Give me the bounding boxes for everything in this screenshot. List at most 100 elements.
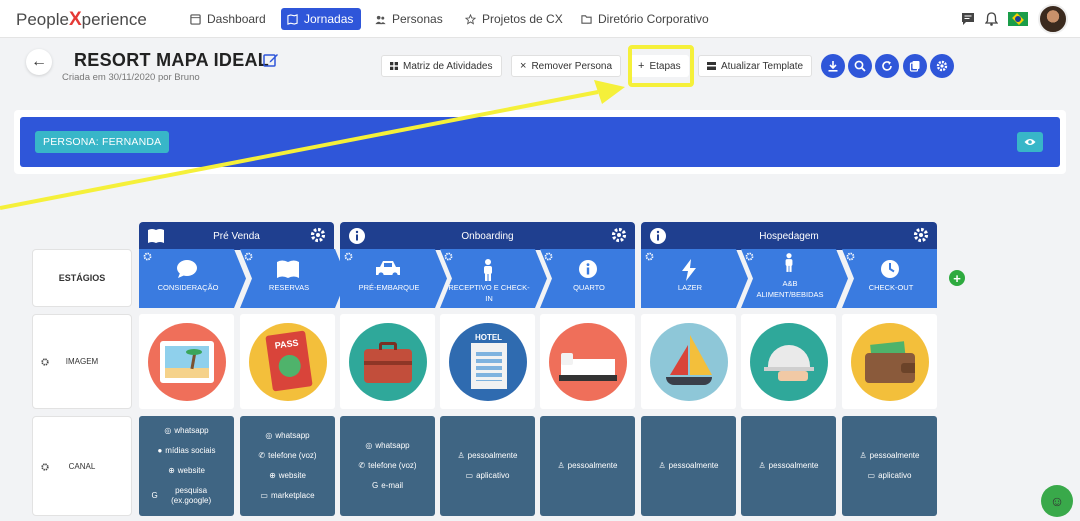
gear-icon[interactable] xyxy=(310,227,326,243)
stage-image-cell[interactable] xyxy=(139,314,234,409)
stage-image-cell[interactable]: HOTEL xyxy=(440,314,535,409)
info-icon xyxy=(650,228,666,244)
stage-image-cell[interactable] xyxy=(842,314,937,409)
book-icon xyxy=(276,260,299,278)
canal-cell[interactable]: ◎ whatsapp ✆ telefone (voz) Ge-mail xyxy=(340,416,435,516)
stage-label: LAZER xyxy=(677,283,703,292)
gear-icon[interactable] xyxy=(913,227,929,243)
canal-item: Gpesquisa (ex.google) xyxy=(151,486,212,505)
canal-cell[interactable]: ♙ pessoalmente ▭ aplicativo xyxy=(842,416,937,516)
canal-cell[interactable]: ♙ pessoalmente xyxy=(741,416,836,516)
hotel-building-image: HOTEL xyxy=(448,322,527,401)
canal-item: ▭ aplicativo xyxy=(465,471,510,480)
chat-icon xyxy=(176,260,197,278)
phase-hospedagem[interactable]: Hospedagem xyxy=(641,222,937,250)
food-cloche-image xyxy=(749,322,828,401)
stage-image-cell[interactable] xyxy=(540,314,635,409)
book-icon xyxy=(148,229,164,243)
assistant-chat-button[interactable]: ☺ xyxy=(1041,485,1073,517)
stage-aeb[interactable]: A&B ALIMENT/BEBIDAS xyxy=(741,249,849,308)
person-icon xyxy=(785,253,792,272)
passport-image: PASS xyxy=(248,322,327,401)
stage-label: CHECK-OUT xyxy=(868,283,914,292)
back-button[interactable]: ← xyxy=(26,49,52,75)
person-icon: ♙ xyxy=(658,461,666,470)
whatsapp-icon: ◎ xyxy=(164,426,172,435)
canal-item: ♙ pessoalmente xyxy=(859,451,920,460)
canal-cell[interactable]: ♙ pessoalmente ▭ aplicativo xyxy=(440,416,535,516)
stage-reservas[interactable]: RESERVAS xyxy=(240,249,348,308)
gear-icon[interactable] xyxy=(41,463,49,471)
matriz-atividades-button[interactable]: Matriz de Atividades xyxy=(381,55,502,77)
stage-pre-embarque[interactable]: PRÉ-EMBARQUE xyxy=(340,249,448,308)
settings-button[interactable] xyxy=(930,54,954,78)
stage-image-cell[interactable] xyxy=(741,314,836,409)
stage-receptivo-checkin[interactable]: RECEPTIVO E CHECK-IN xyxy=(440,249,548,308)
nav-personas[interactable]: Personas xyxy=(369,8,449,30)
stage-image-cell[interactable]: PASS xyxy=(240,314,335,409)
zoom-button[interactable] xyxy=(848,54,872,78)
brazil-flag-icon[interactable] xyxy=(1008,12,1028,26)
user-avatar[interactable] xyxy=(1038,4,1068,34)
copy-button[interactable] xyxy=(903,54,927,78)
stage-lazer[interactable]: LAZER xyxy=(641,249,749,308)
nav-dashboard[interactable]: Dashboard xyxy=(184,8,272,30)
canal-item: ✆ telefone (voz) xyxy=(358,461,417,470)
monitor-icon: ▭ xyxy=(867,471,876,480)
facebook-icon: ● xyxy=(157,446,163,455)
nav-diretorio[interactable]: Diretório Corporativo xyxy=(575,8,715,30)
add-stage-button[interactable]: + xyxy=(949,270,965,286)
clock-icon xyxy=(880,260,899,278)
canal-item: ⊕ website xyxy=(168,466,205,475)
canal-item: ♙ pessoalmente xyxy=(658,461,719,470)
phase-pre-venda[interactable]: Pré Venda xyxy=(139,222,334,250)
edit-icon[interactable] xyxy=(263,52,279,68)
phase-onboarding[interactable]: Onboarding xyxy=(340,222,635,250)
bed-image xyxy=(548,322,627,401)
brand-logo[interactable]: PeopleXperience xyxy=(16,9,147,31)
users-icon xyxy=(375,15,386,24)
stage-image-cell[interactable] xyxy=(641,314,736,409)
eye-icon xyxy=(1024,139,1036,145)
download-button[interactable] xyxy=(821,54,845,78)
canal-cell[interactable]: ◎ whatsapp ✆ telefone (voz) ⊕ website ▭ mark… xyxy=(240,416,335,516)
phase-title: Hospedagem xyxy=(759,230,819,242)
stage-image-cell[interactable] xyxy=(340,314,435,409)
canal-item: ◎ whatsapp xyxy=(365,441,410,450)
phase-title: Onboarding xyxy=(461,230,514,242)
atualizar-label: Atualizar Template xyxy=(721,60,804,72)
stage-label: CONSIDERAÇÃO xyxy=(157,283,219,292)
refresh-button[interactable] xyxy=(875,54,899,78)
globe-icon: ⊕ xyxy=(269,471,276,480)
toggle-persona-button[interactable] xyxy=(1017,132,1043,152)
nav-projetos-label: Projetos de CX xyxy=(482,12,563,26)
phone-icon: ✆ xyxy=(358,461,366,470)
gear-icon[interactable] xyxy=(611,227,627,243)
stage-check-out[interactable]: CHECK-OUT xyxy=(842,249,950,308)
canal-cell[interactable]: ♙ pessoalmente xyxy=(641,416,736,516)
stage-label: PRÉ-EMBARQUE xyxy=(358,283,420,292)
persona-tag[interactable]: PERSONA: FERNANDA xyxy=(35,131,170,153)
grid-icon xyxy=(390,62,398,70)
canal-item: ♙ pessoalmente xyxy=(557,461,618,470)
feedback-icon[interactable] xyxy=(961,12,975,26)
bell-icon[interactable] xyxy=(985,12,998,26)
canal-cell[interactable]: ◎ whatsapp ● mídias sociais ⊕ website Gpesq… xyxy=(139,416,234,516)
remover-persona-button[interactable]: × Remover Persona xyxy=(511,55,622,77)
canal-cell[interactable]: ♙ pessoalmente xyxy=(540,416,635,516)
person-icon: ♙ xyxy=(758,461,766,470)
beach-picture-image xyxy=(147,322,226,401)
top-right-actions xyxy=(961,4,1068,34)
nav-jornadas[interactable]: Jornadas xyxy=(281,8,361,30)
nav-projetos-cx[interactable]: Projetos de CX xyxy=(459,8,569,30)
canal-item: ♙ pessoalmente xyxy=(457,451,518,460)
google-icon: G xyxy=(371,481,379,490)
gear-icon xyxy=(936,60,948,72)
monitor-icon: ▭ xyxy=(260,491,268,500)
stage-consideracao[interactable]: CONSIDERAÇÃO xyxy=(139,249,247,308)
stage-quarto[interactable]: QUARTO xyxy=(540,249,648,308)
gear-icon[interactable] xyxy=(41,358,49,366)
atualizar-template-button[interactable]: Atualizar Template xyxy=(698,55,813,77)
phone-icon: ✆ xyxy=(258,451,266,460)
folder-icon xyxy=(581,14,592,24)
